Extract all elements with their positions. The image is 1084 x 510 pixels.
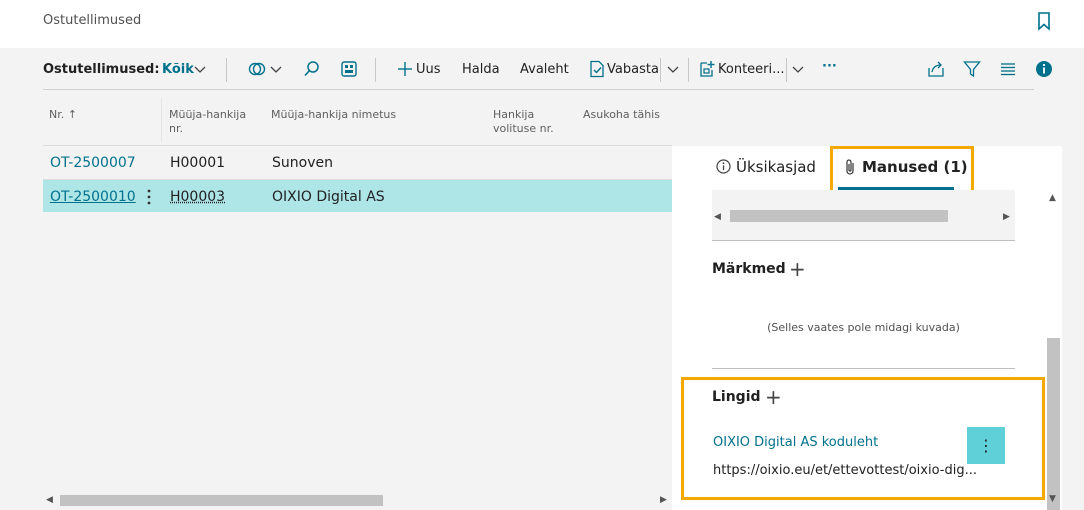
order-number-link[interactable]: OT-2500010 — [50, 189, 136, 205]
section-divider — [712, 368, 1015, 369]
scrollbar-thumb[interactable] — [1047, 338, 1060, 510]
chevron-down-icon[interactable] — [792, 66, 804, 74]
toolbar-divider — [375, 58, 376, 82]
notes-title: Märkmed — [712, 261, 786, 277]
link-name[interactable]: OIXIO Digital AS koduleht — [713, 435, 878, 450]
vendor-name-cell[interactable]: Sunoven — [272, 155, 333, 171]
row-actions-icon[interactable] — [146, 188, 152, 206]
page-title: Ostutellimused — [43, 13, 142, 28]
toolbar-divider — [688, 58, 689, 82]
chevron-down-icon[interactable] — [270, 66, 282, 74]
new-button[interactable]: Uus — [416, 62, 441, 77]
link-url: https://oixio.eu/et/ettevottest/oixio-di… — [713, 463, 977, 478]
post-document-icon[interactable] — [698, 60, 716, 78]
order-number-link[interactable]: OT-2500007 — [50, 155, 136, 171]
toolbar-bottom-rule — [43, 89, 1034, 90]
tab-details[interactable]: Üksikasjad — [736, 158, 816, 176]
release-button[interactable]: Vabasta — [607, 62, 659, 77]
scroll-right-arrow-icon[interactable]: ▶ — [660, 495, 667, 505]
more-options-button[interactable]: ··· — [822, 59, 837, 74]
section-divider — [712, 240, 1015, 241]
chevron-down-icon[interactable] — [667, 66, 679, 74]
scroll-up-arrow-icon[interactable]: ▲ — [1049, 193, 1056, 203]
scroll-left-arrow-icon[interactable]: ◀ — [714, 212, 721, 222]
bookmark-icon[interactable] — [1036, 11, 1052, 31]
vendor-no-cell[interactable]: H00003 — [170, 189, 225, 205]
vendor-no-cell[interactable]: H00001 — [170, 155, 225, 171]
column-header-vendor-name[interactable]: Müüja-hankija nimetus — [271, 108, 471, 122]
scroll-right-arrow-icon[interactable]: ▶ — [1003, 212, 1010, 222]
share-icon[interactable] — [927, 60, 945, 78]
manage-menu[interactable]: Halda — [462, 62, 500, 77]
filter-dropdown[interactable]: Kõik — [162, 62, 194, 77]
info-icon — [716, 159, 731, 174]
column-header-vendor-no[interactable]: Müüja-hankija nr. — [169, 108, 264, 136]
notes-empty-message: (Selles vaates pole midagi kuvada) — [767, 321, 960, 334]
toolbar-divider — [226, 58, 227, 82]
info-icon[interactable] — [1035, 60, 1053, 78]
release-document-icon[interactable] — [588, 60, 606, 78]
tab-attachments[interactable]: Manused (1) — [862, 158, 968, 176]
add-note-icon[interactable]: + — [789, 259, 806, 279]
home-menu[interactable]: Avaleht — [520, 62, 569, 77]
toolbar-divider — [660, 58, 661, 82]
add-link-icon[interactable]: + — [765, 387, 782, 407]
column-resize-handle[interactable] — [161, 98, 162, 142]
column-header-location-code[interactable]: Asukoha tähis — [583, 108, 668, 122]
vendor-name-cell[interactable]: OIXIO Digital AS — [272, 189, 385, 205]
column-header-no[interactable]: Nr. ↑ — [49, 108, 159, 122]
post-button[interactable]: Konteeri... — [718, 62, 785, 77]
scrollbar-thumb[interactable] — [60, 495, 383, 506]
scrollbar-thumb[interactable] — [730, 210, 948, 222]
link-actions-button[interactable]: ⋮ — [967, 427, 1005, 464]
layout-icon[interactable] — [340, 60, 358, 78]
analysis-mode-icon[interactable] — [248, 60, 266, 78]
search-icon[interactable] — [303, 60, 321, 78]
links-title: Lingid — [712, 389, 761, 405]
scroll-down-arrow-icon[interactable]: ▼ — [1049, 494, 1056, 504]
paperclip-icon — [846, 159, 854, 175]
toolbar-divider — [786, 58, 787, 82]
view-label: Ostutellimused: — [43, 62, 160, 77]
table-row[interactable] — [43, 146, 672, 179]
filter-icon[interactable] — [963, 60, 981, 78]
chevron-down-icon[interactable] — [194, 66, 206, 74]
column-header-authorization-no[interactable]: Hankija volituse nr. — [493, 108, 573, 136]
scroll-left-arrow-icon[interactable]: ◀ — [46, 495, 53, 505]
plus-icon[interactable] — [396, 60, 414, 78]
list-view-icon[interactable] — [999, 60, 1017, 78]
top-bar — [0, 0, 1084, 48]
